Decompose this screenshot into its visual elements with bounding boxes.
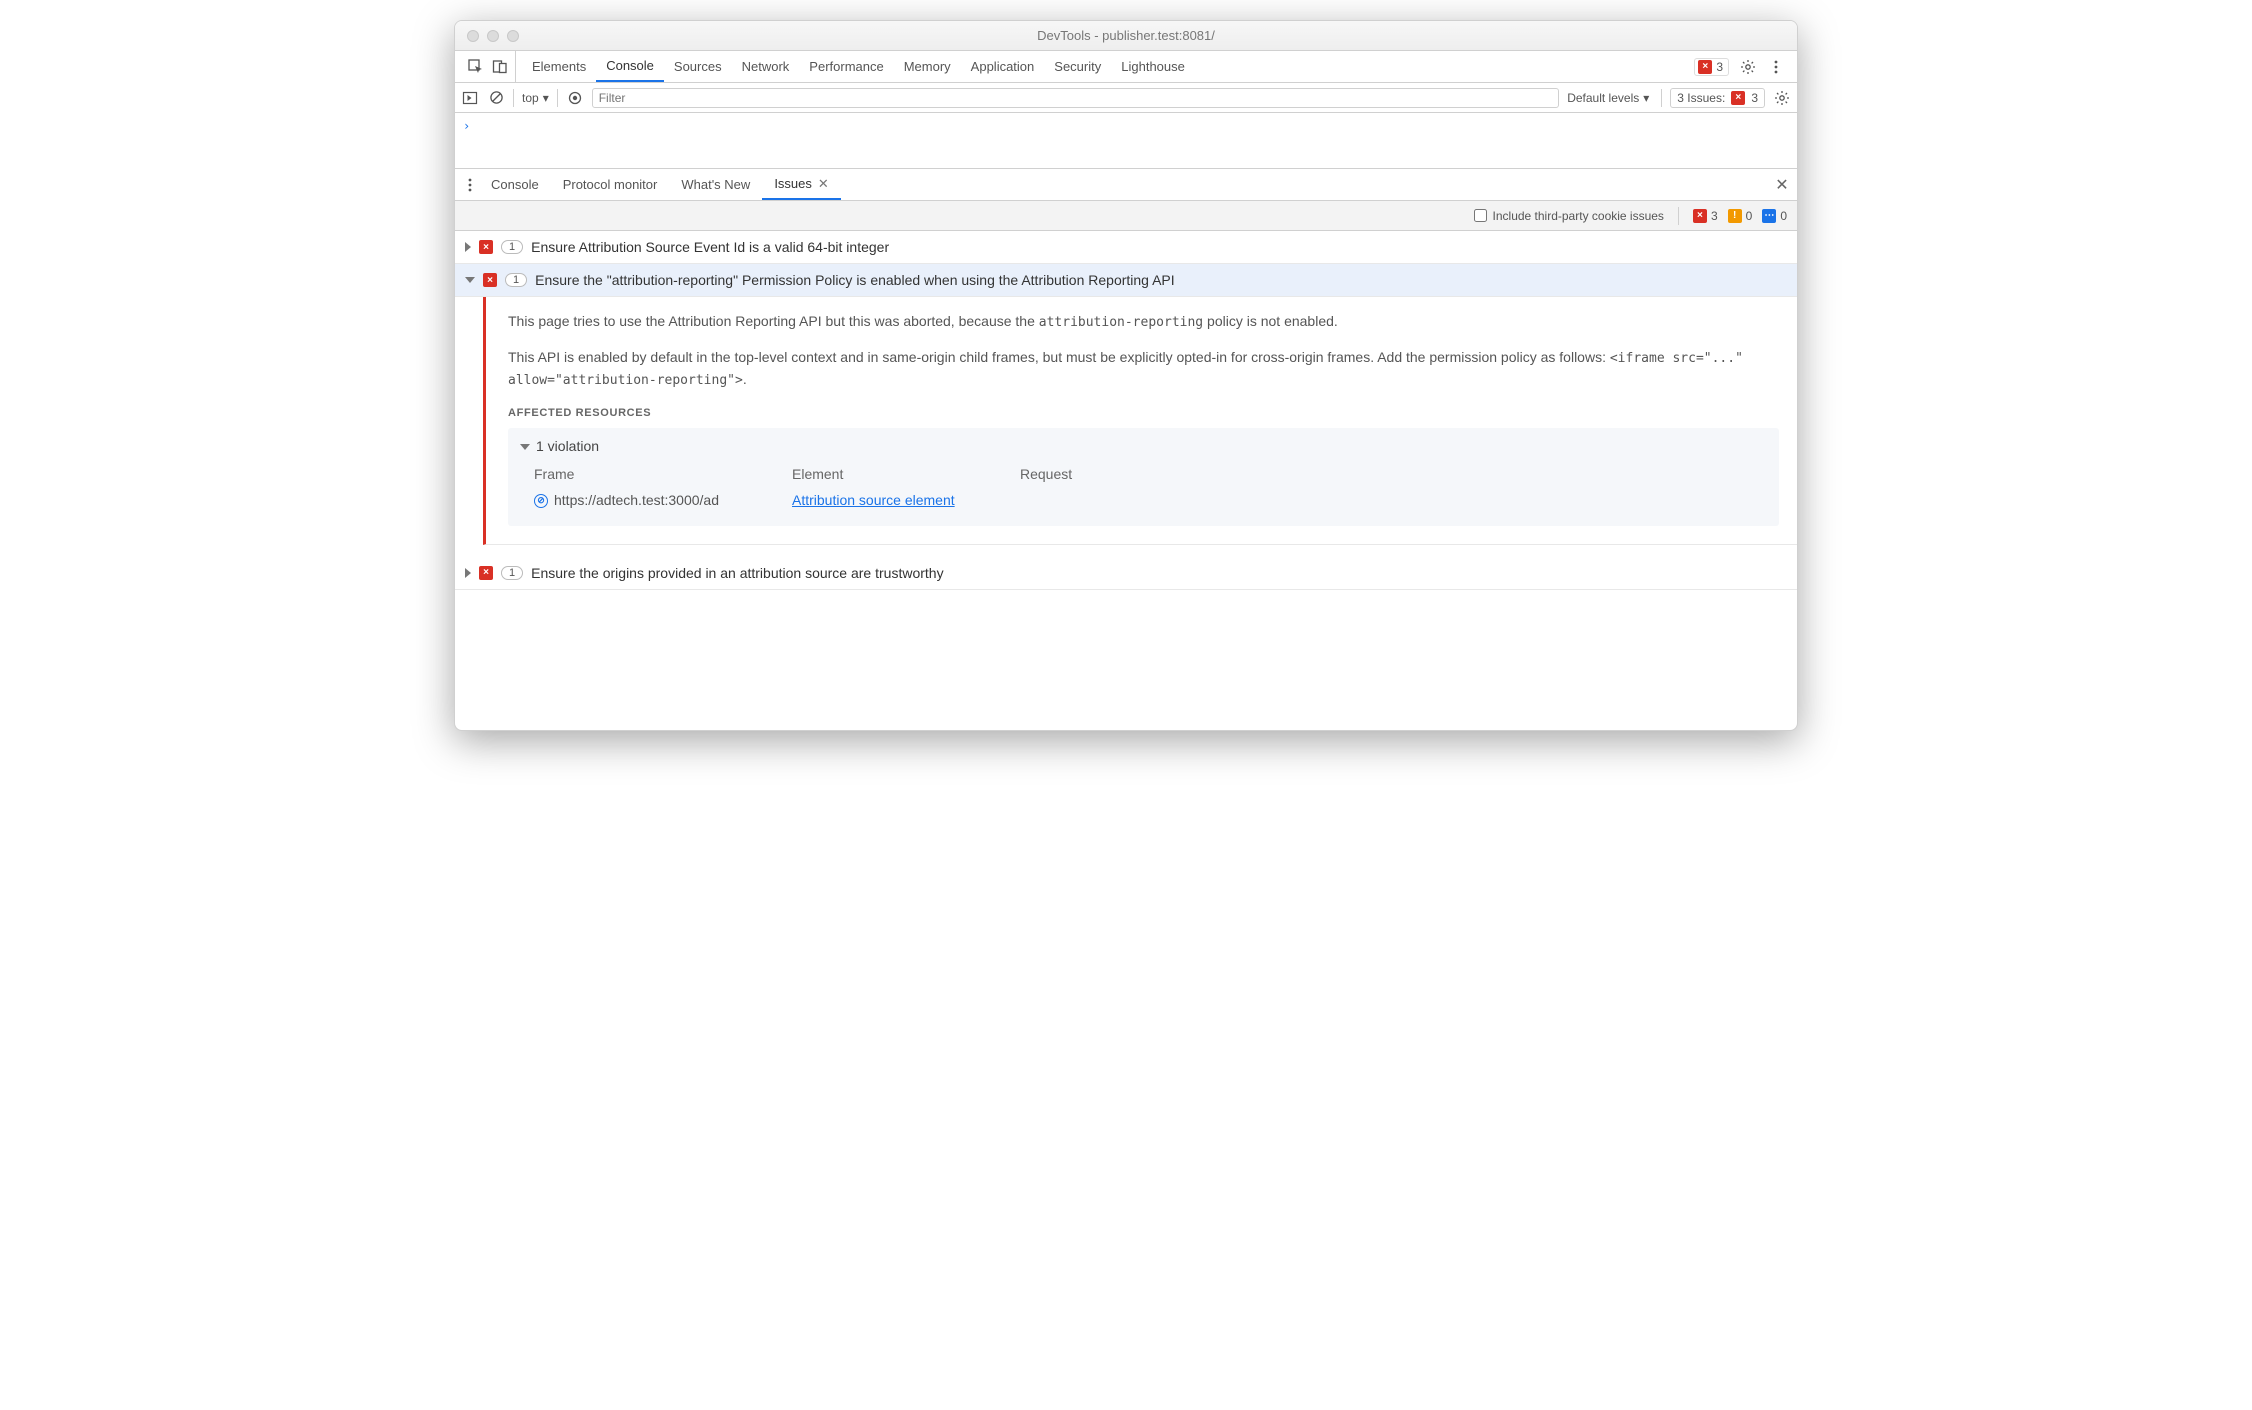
issue-title: Ensure the origins provided in an attrib… xyxy=(531,565,943,581)
issue-row[interactable]: × 1 Ensure the "attribution-reporting" P… xyxy=(455,264,1797,297)
issue-row[interactable]: × 1 Ensure Attribution Source Event Id i… xyxy=(455,231,1797,264)
more-menu-icon[interactable] xyxy=(1767,58,1785,76)
window-title: DevTools - publisher.test:8081/ xyxy=(455,28,1797,43)
tab-performance[interactable]: Performance xyxy=(799,51,893,82)
drawer-tab-issues-label: Issues xyxy=(774,176,812,191)
issues-counter-label: 3 Issues: xyxy=(1677,91,1725,105)
live-expression-icon[interactable] xyxy=(566,89,584,107)
issues-info-count: 0 xyxy=(1780,209,1787,223)
window-titlebar: DevTools - publisher.test:8081/ xyxy=(455,21,1797,51)
top-error-indicator[interactable]: × 3 xyxy=(1694,58,1729,76)
collapse-arrow-icon xyxy=(465,277,475,283)
error-badge-icon: × xyxy=(1731,91,1745,105)
chevron-down-icon: ▾ xyxy=(1643,91,1649,105)
issues-list: × 1 Ensure Attribution Source Event Id i… xyxy=(455,231,1797,590)
close-drawer-icon[interactable]: ✕ xyxy=(1773,176,1791,194)
chevron-down-icon: ▾ xyxy=(543,91,549,105)
frame-icon: ⊘ xyxy=(534,494,548,508)
issues-warning-count: 0 xyxy=(1746,209,1753,223)
tab-sources[interactable]: Sources xyxy=(664,51,732,82)
warning-badge-icon: ! xyxy=(1728,209,1742,223)
frame-url: https://adtech.test:3000/ad xyxy=(554,490,719,512)
issues-warning-counter[interactable]: ! 0 xyxy=(1728,209,1753,223)
third-party-cookies-checkbox[interactable]: Include third-party cookie issues xyxy=(1474,209,1664,223)
settings-gear-icon[interactable] xyxy=(1739,58,1757,76)
drawer-more-menu-icon[interactable] xyxy=(461,176,479,194)
console-input-area[interactable]: › xyxy=(455,113,1797,169)
violation-count-label: 1 violation xyxy=(536,436,599,458)
affected-resources-heading: AFFECTED RESOURCES xyxy=(508,405,1779,422)
issues-error-count: 3 xyxy=(1711,209,1718,223)
error-badge-icon: × xyxy=(1698,60,1712,74)
expand-arrow-icon xyxy=(465,568,471,578)
tab-security[interactable]: Security xyxy=(1044,51,1111,82)
request-cell xyxy=(1020,490,1220,512)
console-prompt-chevron: › xyxy=(463,119,470,133)
third-party-cookies-checkbox-input[interactable] xyxy=(1474,209,1487,222)
drawer-tab-issues[interactable]: Issues ✕ xyxy=(762,169,840,200)
close-tab-icon[interactable]: ✕ xyxy=(818,176,829,192)
element-link[interactable]: Attribution source element xyxy=(792,490,1012,512)
issues-counter-value: 3 xyxy=(1751,91,1758,105)
issue-detail-panel: This page tries to use the Attribution R… xyxy=(483,297,1797,545)
table-header-element: Element xyxy=(792,464,1012,490)
drawer-tab-console[interactable]: Console xyxy=(479,169,551,200)
inspect-element-icon[interactable] xyxy=(467,58,485,76)
issue-count-pill: 1 xyxy=(501,240,523,254)
error-badge-icon: × xyxy=(479,566,493,580)
tab-network[interactable]: Network xyxy=(732,51,800,82)
error-badge-icon: × xyxy=(479,240,493,254)
issue-count-pill: 1 xyxy=(505,273,527,287)
empty-space xyxy=(455,590,1797,730)
tab-memory[interactable]: Memory xyxy=(894,51,961,82)
log-levels-label: Default levels xyxy=(1567,91,1639,105)
issue-title: Ensure Attribution Source Event Id is a … xyxy=(531,239,889,255)
tab-elements[interactable]: Elements xyxy=(522,51,596,82)
issues-counter-button[interactable]: 3 Issues: × 3 xyxy=(1670,88,1765,108)
log-levels-selector[interactable]: Default levels ▾ xyxy=(1567,91,1653,105)
issue-count-pill: 1 xyxy=(501,566,523,580)
table-header-frame: Frame xyxy=(534,464,784,490)
error-badge-icon: × xyxy=(483,273,497,287)
issue-description-paragraph: This API is enabled by default in the to… xyxy=(508,347,1779,391)
expand-arrow-icon xyxy=(465,242,471,252)
drawer-tab-whats-new[interactable]: What's New xyxy=(669,169,762,200)
issues-toolbar: Include third-party cookie issues × 3 ! … xyxy=(455,201,1797,231)
top-error-count: 3 xyxy=(1716,60,1723,74)
table-header-request: Request xyxy=(1020,464,1220,490)
affected-resources-table: Frame Element Request ⊘ https://adtech.t… xyxy=(520,464,1767,511)
console-toolbar: top ▾ Default levels ▾ 3 Issues: × 3 xyxy=(455,83,1797,113)
affected-resources-box: 1 violation Frame Element Request ⊘ http… xyxy=(508,428,1779,525)
main-tabbar: Elements Console Sources Network Perform… xyxy=(455,51,1797,83)
context-selector[interactable]: top ▾ xyxy=(522,91,549,105)
context-selector-label: top xyxy=(522,91,539,105)
frame-cell[interactable]: ⊘ https://adtech.test:3000/ad xyxy=(534,490,784,512)
drawer-tab-protocol-monitor[interactable]: Protocol monitor xyxy=(551,169,670,200)
tab-lighthouse[interactable]: Lighthouse xyxy=(1111,51,1195,82)
tab-console[interactable]: Console xyxy=(596,51,664,82)
console-settings-gear-icon[interactable] xyxy=(1773,89,1791,107)
clear-console-icon[interactable] xyxy=(487,89,505,107)
issue-title: Ensure the "attribution-reporting" Permi… xyxy=(535,272,1175,288)
code-snippet: attribution-reporting xyxy=(1039,315,1203,330)
devtools-window: DevTools - publisher.test:8081/ Elements… xyxy=(454,20,1798,731)
device-toolbar-icon[interactable] xyxy=(491,58,509,76)
toggle-sidebar-icon[interactable] xyxy=(461,89,479,107)
issue-description-paragraph: This page tries to use the Attribution R… xyxy=(508,311,1779,333)
issues-info-counter[interactable]: ⋯ 0 xyxy=(1762,209,1787,223)
drawer-tabbar: Console Protocol monitor What's New Issu… xyxy=(455,169,1797,201)
third-party-cookies-label: Include third-party cookie issues xyxy=(1493,209,1664,223)
info-badge-icon: ⋯ xyxy=(1762,209,1776,223)
collapse-arrow-icon xyxy=(520,444,530,450)
console-filter-input[interactable] xyxy=(592,88,1559,108)
error-badge-icon: × xyxy=(1693,209,1707,223)
issues-error-counter[interactable]: × 3 xyxy=(1693,209,1718,223)
tab-application[interactable]: Application xyxy=(961,51,1045,82)
violation-toggle-row[interactable]: 1 violation xyxy=(520,436,1767,458)
issue-row[interactable]: × 1 Ensure the origins provided in an at… xyxy=(455,557,1797,590)
